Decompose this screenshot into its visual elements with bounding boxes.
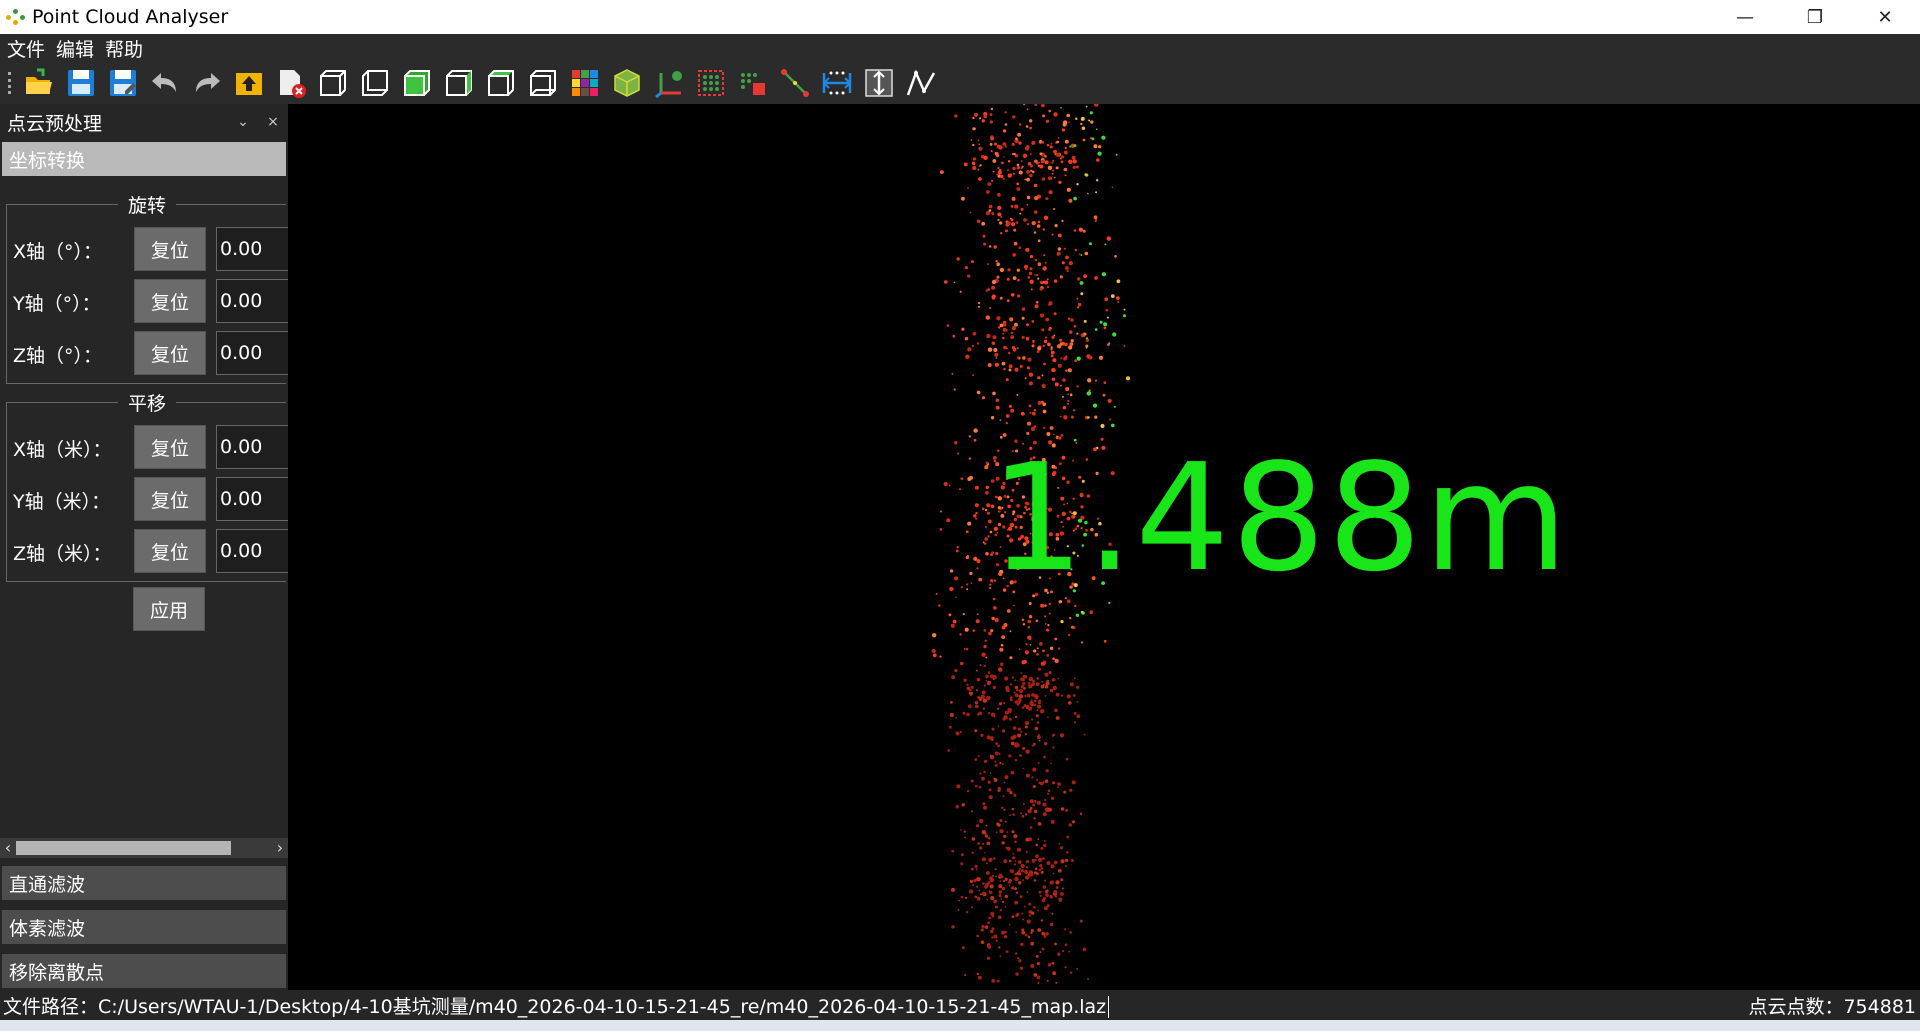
translation-y-row: Y轴（米）： 复位	[6, 477, 288, 521]
translation-title: 平移	[117, 393, 176, 415]
file-path-label: 文件路径：C:/Users/WTAU-1/Desktop/4-10基坑测量/m4…	[3, 992, 1110, 1019]
translation-y-input[interactable]	[216, 477, 288, 521]
translation-x-input[interactable]	[216, 425, 288, 469]
scrollbar-thumb[interactable]	[16, 841, 231, 855]
open-folder-icon[interactable]	[21, 65, 57, 101]
close-file-icon[interactable]	[273, 65, 309, 101]
menu-edit[interactable]: 编辑	[49, 35, 98, 62]
rotation-x-input[interactable]	[216, 227, 288, 271]
bounding-box-icon[interactable]	[609, 65, 645, 101]
save-as-icon[interactable]	[105, 65, 141, 101]
taskbar-strip	[0, 1020, 1920, 1031]
save-icon[interactable]	[63, 65, 99, 101]
translation-x-reset-button[interactable]: 复位	[134, 425, 206, 469]
select-points-icon[interactable]	[693, 65, 729, 101]
scroll-right-icon[interactable]: ›	[272, 838, 288, 858]
title-bar: Point Cloud Analyser — ❐ ✕	[0, 0, 1920, 34]
dock-float-icon[interactable]: ⌄	[228, 114, 258, 130]
measure-height-icon[interactable]	[861, 65, 897, 101]
translation-x-row: X轴（米）： 复位	[6, 425, 288, 469]
menu-file[interactable]: 文件	[0, 35, 49, 62]
translation-y-label: Y轴（米）：	[13, 491, 111, 513]
dock-title-bar: 点云预处理 ⌄ ×	[0, 104, 288, 140]
restore-button[interactable]: ❐	[1780, 0, 1850, 34]
translation-z-label: Z轴（米）：	[13, 543, 112, 565]
minimize-button[interactable]: —	[1710, 0, 1780, 34]
section-remove-outliers[interactable]: 移除离散点	[2, 954, 286, 988]
measure-width-icon[interactable]	[819, 65, 855, 101]
close-window-button[interactable]: ✕	[1850, 0, 1920, 34]
view-front-icon[interactable]	[315, 65, 351, 101]
app-logo-icon	[4, 6, 26, 28]
menu-help[interactable]: 帮助	[98, 35, 147, 62]
rotation-x-label: X轴（°）：	[13, 241, 103, 263]
measurement-label: 1.488m	[990, 432, 1570, 604]
translation-x-label: X轴（米）：	[13, 439, 112, 461]
translation-y-reset-button[interactable]: 复位	[134, 477, 206, 521]
sidebar-horizontal-scrollbar[interactable]: ‹ ›	[0, 838, 288, 858]
view-right-icon[interactable]	[441, 65, 477, 101]
dock-title: 点云预处理	[7, 112, 103, 135]
section-coordinate-transform[interactable]: 坐标转换	[2, 142, 286, 176]
toolbar	[0, 62, 1920, 104]
section-voxel-filter[interactable]: 体素滤波	[2, 910, 286, 944]
measure-distance-icon[interactable]	[777, 65, 813, 101]
view-left-icon[interactable]	[399, 65, 435, 101]
window-title: Point Cloud Analyser	[32, 6, 229, 28]
axes-icon[interactable]	[651, 65, 687, 101]
undo-icon[interactable]	[147, 65, 183, 101]
rotation-z-row: Z轴（°）： 复位	[6, 331, 288, 375]
rotation-x-reset-button[interactable]: 复位	[134, 227, 206, 271]
point-cloud-viewport[interactable]: 1.488m	[290, 104, 1920, 990]
menu-bar: 文件 编辑 帮助	[0, 34, 1920, 62]
translation-z-row: Z轴（米）： 复位	[6, 529, 288, 573]
translation-z-reset-button[interactable]: 复位	[134, 529, 206, 573]
apply-button[interactable]: 应用	[133, 587, 205, 631]
view-top-icon[interactable]	[483, 65, 519, 101]
polyline-icon[interactable]	[903, 65, 939, 101]
rotation-x-row: X轴（°）： 复位	[6, 227, 288, 271]
point-count-label: 点云点数：754881	[1748, 995, 1916, 1018]
rotation-y-label: Y轴（°）：	[13, 293, 101, 315]
rotation-z-label: Z轴（°）：	[13, 345, 103, 367]
view-back-icon[interactable]	[357, 65, 393, 101]
preprocess-dock: 点云预处理 ⌄ × 坐标转换 旋转 X轴（°）： 复位 Y轴（°）： 复位 Z轴…	[0, 104, 288, 990]
rotation-y-reset-button[interactable]: 复位	[134, 279, 206, 323]
rotation-y-row: Y轴（°）： 复位	[6, 279, 288, 323]
toolbar-grip[interactable]	[8, 72, 15, 94]
color-grid-icon[interactable]	[567, 65, 603, 101]
rotation-title: 旋转	[117, 195, 176, 217]
rotation-z-reset-button[interactable]: 复位	[134, 331, 206, 375]
status-bar: 文件路径：C:/Users/WTAU-1/Desktop/4-10基坑测量/m4…	[0, 990, 1920, 1020]
view-bottom-icon[interactable]	[525, 65, 561, 101]
delete-points-icon[interactable]	[735, 65, 771, 101]
dock-close-icon[interactable]: ×	[258, 114, 288, 130]
section-passthrough-filter[interactable]: 直通滤波	[2, 866, 286, 900]
translation-z-input[interactable]	[216, 529, 288, 573]
rotation-z-input[interactable]	[216, 331, 288, 375]
scroll-left-icon[interactable]: ‹	[0, 838, 16, 858]
upload-icon[interactable]	[231, 65, 267, 101]
redo-icon[interactable]	[189, 65, 225, 101]
rotation-y-input[interactable]	[216, 279, 288, 323]
